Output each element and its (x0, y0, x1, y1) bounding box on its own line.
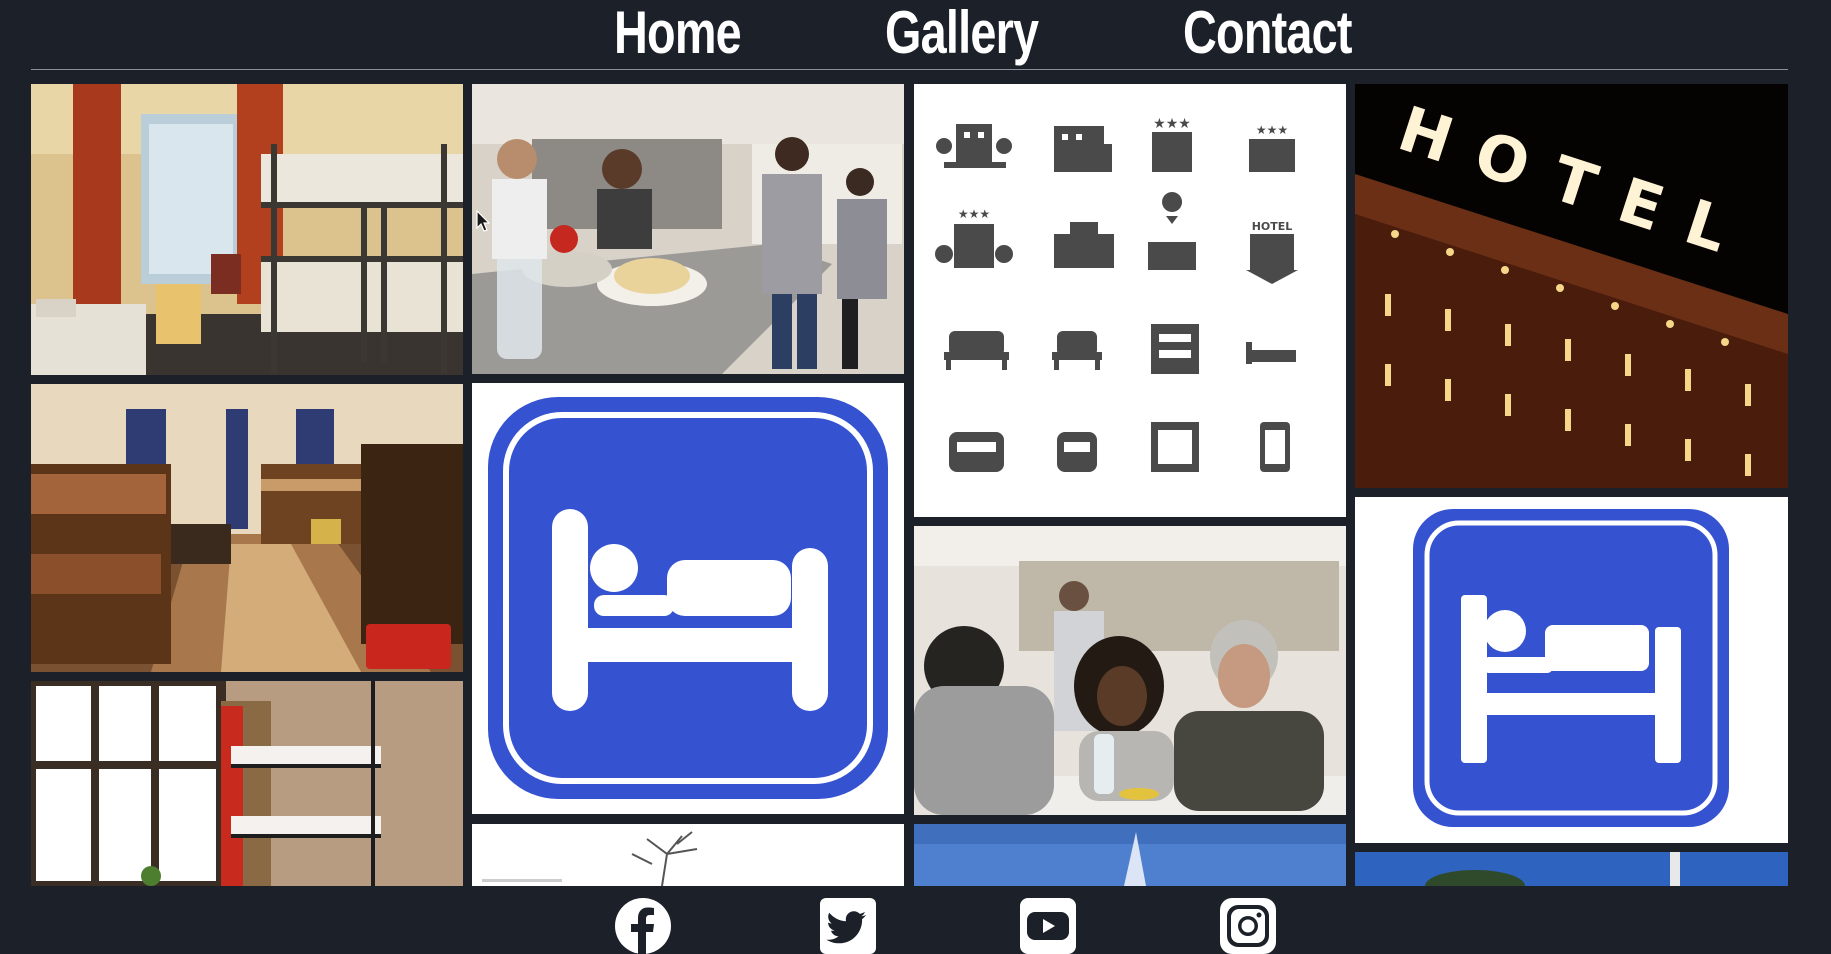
twitter-icon (820, 898, 876, 954)
nav-contact-link[interactable]: Contact (1183, 0, 1353, 68)
gallery-image-window-bunk-room[interactable] (31, 681, 463, 886)
nav-gallery-link[interactable]: Gallery (885, 0, 1039, 68)
hotel-badge-text: HOTEL (1252, 220, 1293, 233)
svg-text:★★★: ★★★ (958, 207, 990, 221)
twitter-link[interactable] (820, 898, 876, 954)
top-nav: Home Gallery Contact (0, 0, 1831, 70)
svg-text:★★★: ★★★ (1256, 123, 1288, 137)
facebook-link[interactable] (615, 898, 671, 954)
footer-social-bar (0, 886, 1831, 954)
gallery-image-hotel-icon-set[interactable]: ★★★ ★★★ ★★★ HOTEL (914, 84, 1346, 517)
gallery-image-dormitory-room[interactable] (31, 384, 463, 672)
nav-divider (31, 69, 1788, 70)
nav-home-link[interactable]: Home (614, 0, 742, 68)
youtube-link[interactable] (1020, 898, 1076, 954)
facebook-icon (615, 898, 671, 954)
instagram-link[interactable] (1220, 898, 1276, 954)
gallery-image-people-at-table[interactable] (914, 526, 1346, 815)
gallery-image-blue-sky[interactable] (914, 824, 1346, 886)
mouse-cursor-icon (476, 210, 490, 232)
youtube-icon (1020, 898, 1076, 954)
gallery-image-bed-sign-large[interactable] (472, 383, 904, 814)
image-gallery: ★★★ ★★★ ★★★ HOTEL HOTEL (31, 84, 1789, 886)
instagram-icon (1220, 898, 1276, 954)
gallery-image-tree-sketch[interactable] (472, 824, 904, 886)
svg-text:★★★: ★★★ (1153, 116, 1191, 132)
gallery-image-bed-sign-small[interactable] (1355, 497, 1788, 843)
gallery-image-hotel-sign-night[interactable]: HOTEL (1355, 84, 1788, 488)
gallery-image-food-service[interactable] (472, 84, 904, 374)
gallery-image-bunk-bed-room[interactable] (31, 84, 463, 375)
gallery-image-sky-trees[interactable] (1355, 852, 1788, 886)
